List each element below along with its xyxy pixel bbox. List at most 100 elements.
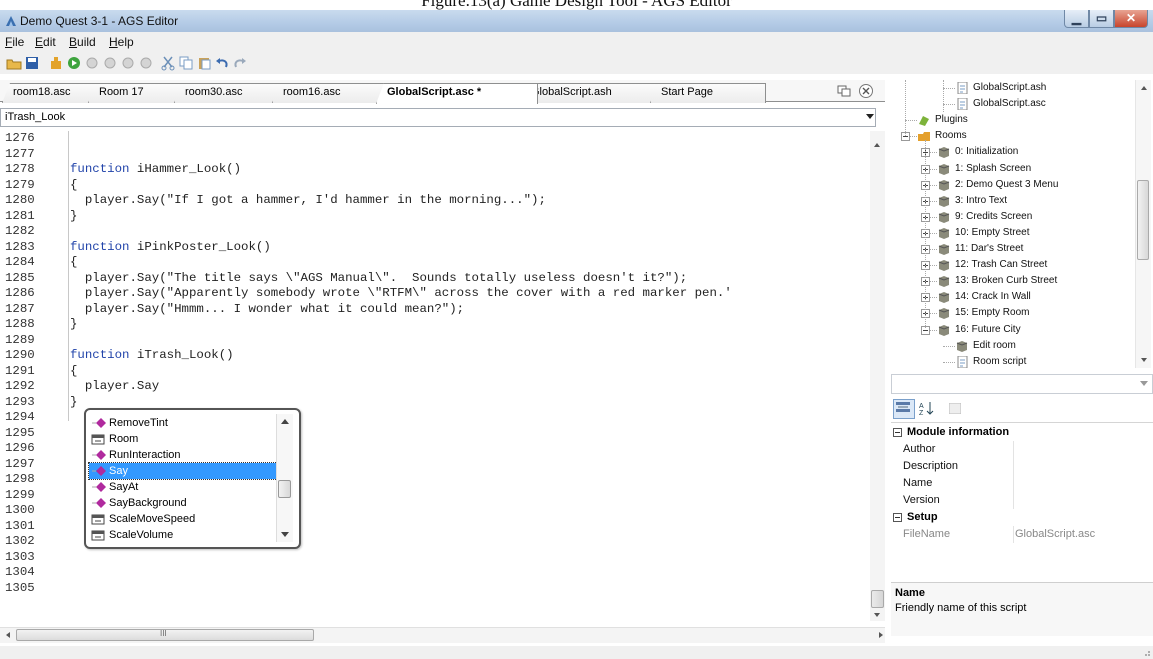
tree-item[interactable]: 11: Dar's Street	[937, 241, 1135, 257]
code-line[interactable]: 1284 {	[0, 255, 870, 271]
tree-vertical-scroll-thumb[interactable]	[1137, 180, 1149, 260]
property-row[interactable]: FileName GlobalScript.asc	[891, 526, 1153, 543]
tree-item[interactable]: GlobalScript.ash	[955, 80, 1135, 96]
tree-item[interactable]: 13: Broken Curb Street	[937, 273, 1135, 289]
autocomplete-item[interactable]: ScaleMoveSpeed	[89, 511, 277, 527]
code-line[interactable]: 1281}	[0, 209, 870, 225]
tree-item[interactable]: Rooms	[917, 128, 1117, 144]
autocomplete-item[interactable]: RemoveTint	[89, 415, 277, 431]
code-line[interactable]: 1278 function iHammer_Look()	[0, 162, 870, 178]
tree-item[interactable]: 12: Trash Can Street	[937, 257, 1135, 273]
property-row[interactable]: Name	[891, 475, 1153, 492]
scroll-up-icon[interactable]	[281, 418, 289, 424]
code-line[interactable]: 1290 function iTrash_Look()	[0, 348, 870, 364]
tree-item[interactable]: Room script	[955, 354, 1135, 369]
copy-icon[interactable]	[178, 55, 194, 71]
tree-scroll-down-icon[interactable]	[1140, 356, 1148, 364]
minimize-button[interactable]: ▁	[1064, 10, 1089, 28]
collapse-icon[interactable]	[893, 428, 902, 437]
autocomplete-item[interactable]: Room	[89, 431, 277, 447]
tree-item[interactable]: 10: Empty Street	[937, 225, 1135, 241]
build-icon[interactable]	[48, 55, 64, 71]
property-row[interactable]: Description	[891, 458, 1153, 475]
window-list-icon[interactable]	[836, 83, 852, 99]
code-line[interactable]: 1285 player.Say("The title says \"AGS Ma…	[0, 271, 870, 287]
tree-scroll-up-icon[interactable]	[1140, 84, 1148, 92]
tree-item[interactable]: 9: Credits Screen	[937, 209, 1135, 225]
undo-icon[interactable]	[214, 55, 230, 71]
tree-item[interactable]: GlobalScript.asc	[955, 96, 1135, 112]
pause-icon[interactable]	[102, 55, 118, 71]
code-line[interactable]: 1289	[0, 333, 870, 349]
scroll-up-icon[interactable]	[872, 140, 882, 150]
open-folder-icon[interactable]	[6, 55, 22, 71]
close-tab-icon[interactable]	[858, 83, 874, 99]
property-category[interactable]: Setup	[891, 509, 1153, 526]
code-line[interactable]: 1287 player.Say("Hmmm... I wonder what i…	[0, 302, 870, 318]
menu-help[interactable]: Help	[109, 35, 134, 49]
autocomplete-scroll-thumb[interactable]	[278, 480, 291, 498]
scroll-down-icon[interactable]	[872, 610, 882, 620]
property-value[interactable]: GlobalScript.asc	[1015, 526, 1095, 543]
tree-item[interactable]: 0: Initialization	[937, 144, 1135, 160]
code-line[interactable]: 1280 player.Say("If I got a hammer, I'd …	[0, 193, 870, 209]
resize-grip-icon[interactable]	[1142, 648, 1151, 657]
tree-item[interactable]: Plugins	[917, 112, 1117, 128]
code-line[interactable]: 1305	[0, 581, 870, 597]
tree-item[interactable]: 16: Future City	[937, 322, 1135, 338]
property-pages-button[interactable]	[945, 399, 967, 419]
code-line[interactable]: 1292 player.Say	[0, 379, 870, 395]
cut-icon[interactable]	[160, 55, 176, 71]
autocomplete-item[interactable]: SayBackground	[89, 495, 277, 511]
tree-item[interactable]: 14: Crack In Wall	[937, 289, 1135, 305]
autocomplete-item[interactable]: RunInteraction	[89, 447, 277, 463]
autocomplete-item[interactable]: Say	[88, 462, 278, 480]
autocomplete-item[interactable]: ScaleVolume	[89, 527, 277, 543]
code-line[interactable]: 1288}	[0, 317, 870, 333]
editor-vertical-scroll-thumb[interactable]	[871, 590, 884, 608]
code-line[interactable]: 1283 function iPinkPoster_Look()	[0, 240, 870, 256]
autocomplete-scrollbar[interactable]	[276, 414, 293, 542]
code-line[interactable]: 1282	[0, 224, 870, 240]
tree-item[interactable]: Edit room	[955, 338, 1135, 354]
menu-edit[interactable]: Edit	[35, 35, 56, 49]
editor-vertical-scrollbar[interactable]	[870, 131, 885, 621]
code-line[interactable]: 1276	[0, 131, 870, 147]
autocomplete-item[interactable]: SayAt	[89, 479, 277, 495]
alphabetical-view-button[interactable]: AZ	[916, 399, 938, 419]
tab-start-page[interactable]: Start Page	[650, 83, 766, 103]
tab-room16-asc[interactable]: room16.asc	[272, 83, 394, 103]
step-icon[interactable]	[84, 55, 100, 71]
scroll-right-icon[interactable]	[878, 631, 884, 639]
tree-item[interactable]: 1: Splash Screen	[937, 161, 1135, 177]
tree-item[interactable]: 15: Empty Room	[937, 305, 1135, 321]
code-line[interactable]: 1303	[0, 550, 870, 566]
redo-icon[interactable]	[232, 55, 248, 71]
code-line[interactable]: 1279 {	[0, 178, 870, 194]
tree-item[interactable]: 3: Intro Text	[937, 193, 1135, 209]
collapse-icon[interactable]	[893, 513, 902, 522]
close-button[interactable]: ✕	[1114, 10, 1148, 28]
tab-globalscript-ash[interactable]: GlobalScript.ash	[520, 83, 668, 103]
function-dropdown[interactable]: iTrash_Look	[0, 108, 876, 127]
scroll-left-icon[interactable]	[4, 631, 12, 639]
maximize-button[interactable]: ▭	[1089, 10, 1114, 28]
code-line[interactable]: 1277	[0, 147, 870, 163]
tab-globalscript-asc[interactable]: GlobalScript.asc *	[376, 83, 538, 104]
tree-item[interactable]: 2: Demo Quest 3 Menu	[937, 177, 1135, 193]
code-line[interactable]: 1286 player.Say("Apparently somebody wro…	[0, 286, 870, 302]
menu-build[interactable]: Build	[69, 35, 96, 49]
property-row[interactable]: Author	[891, 441, 1153, 458]
property-category[interactable]: Module information	[891, 424, 1153, 441]
code-line[interactable]: 1291 {	[0, 364, 870, 380]
debug-icon[interactable]	[138, 55, 154, 71]
code-line[interactable]: 1304	[0, 565, 870, 581]
categorized-view-button[interactable]	[893, 399, 915, 419]
stop-icon[interactable]	[120, 55, 136, 71]
run-icon[interactable]	[66, 55, 82, 71]
save-icon[interactable]	[24, 55, 40, 71]
paste-icon[interactable]	[196, 55, 212, 71]
tab-room30-asc[interactable]: room30.asc	[174, 83, 290, 103]
scroll-down-icon[interactable]	[281, 532, 289, 538]
menu-file[interactable]: File	[5, 35, 24, 49]
